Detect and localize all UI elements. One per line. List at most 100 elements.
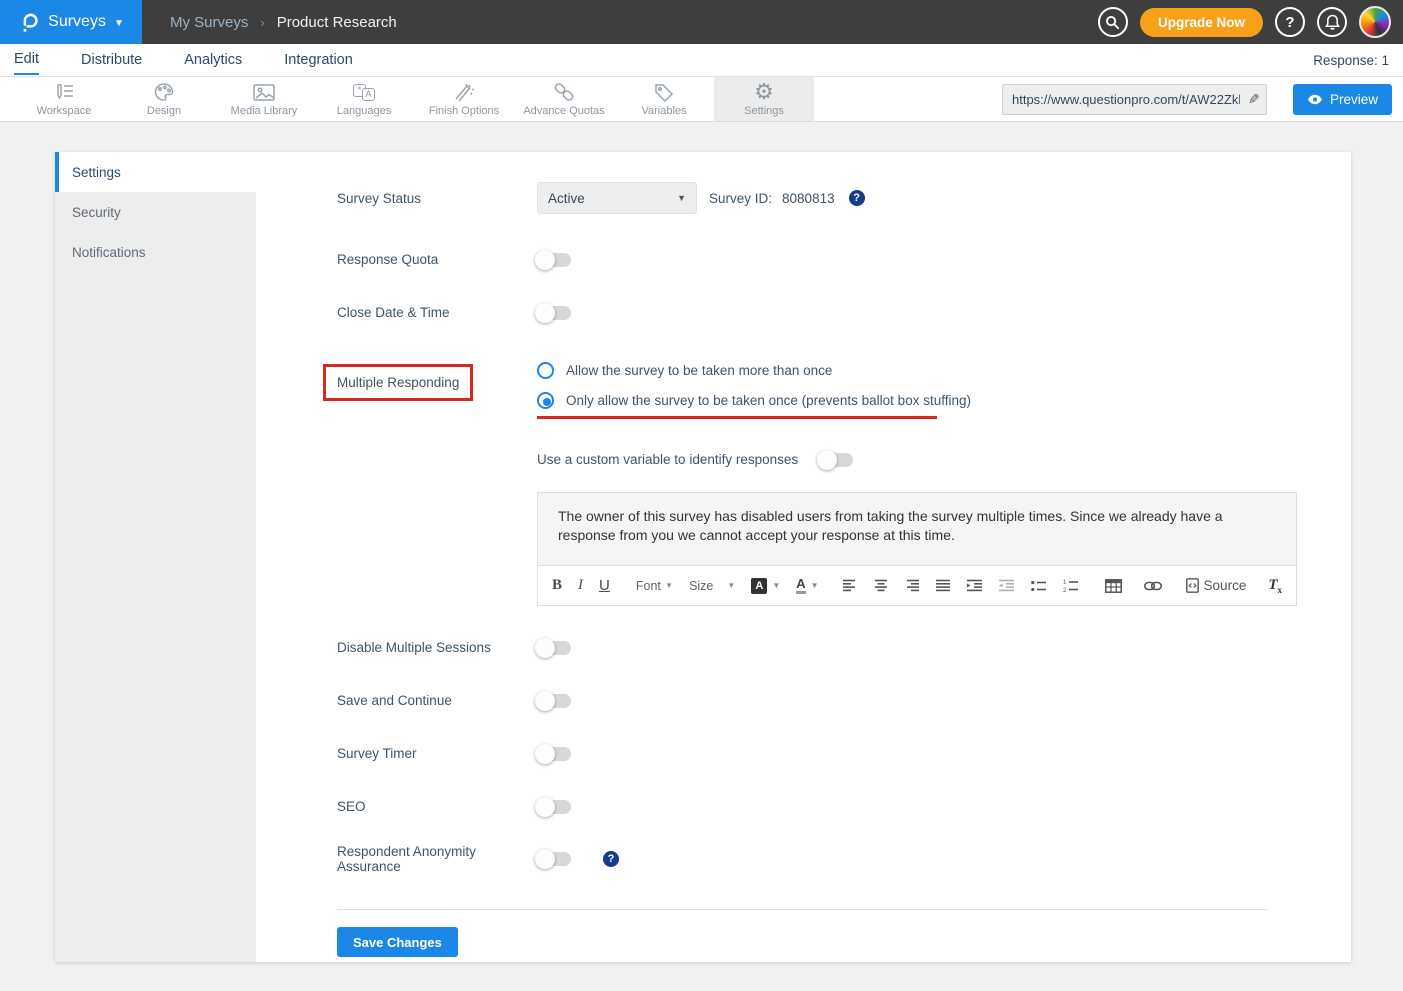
breadcrumb-my-surveys[interactable]: My Surveys <box>170 14 248 31</box>
tab-integration[interactable]: Integration <box>284 47 353 74</box>
close-date-toggle[interactable] <box>537 306 571 320</box>
disabled-message-textarea[interactable]: The owner of this survey has disabled us… <box>538 493 1296 565</box>
insert-link-button[interactable] <box>1144 581 1162 591</box>
user-avatar[interactable] <box>1359 6 1391 38</box>
respondent-anonymity-row: Respondent Anonymity Assurance ? <box>337 844 1298 874</box>
radio-option-more-than-once[interactable]: Allow the survey to be taken more than o… <box>537 362 971 379</box>
survey-url-input[interactable] <box>1002 84 1267 115</box>
size-dropdown[interactable]: Size▼ <box>689 579 735 593</box>
svg-text:1: 1 <box>1063 580 1067 586</box>
radio-selected-icon[interactable] <box>537 392 554 409</box>
custom-variable-row: Use a custom variable to identify respon… <box>337 452 1298 467</box>
survey-status-select[interactable]: Active ▼ <box>537 182 697 214</box>
help-icon[interactable]: ? <box>1275 7 1305 37</box>
notifications-bell-icon[interactable] <box>1317 7 1347 37</box>
toolbar-item-finish-options[interactable]: Finish Options <box>414 77 514 121</box>
bg-color-button[interactable]: A▼ <box>751 578 780 594</box>
remove-format-button[interactable]: Tx <box>1268 577 1282 595</box>
radio-option-once-only-wrap: Only allow the survey to be taken once (… <box>537 392 971 419</box>
tab-analytics[interactable]: Analytics <box>184 47 242 74</box>
response-quota-toggle[interactable] <box>537 253 571 267</box>
respondent-anonymity-help-icon[interactable]: ? <box>603 851 619 867</box>
breadcrumb: My Surveys › Product Research <box>170 14 397 31</box>
seo-toggle[interactable] <box>537 800 571 814</box>
upgrade-now-button[interactable]: Upgrade Now <box>1140 8 1263 37</box>
app-logo-menu[interactable]: Surveys ▼ <box>0 0 142 44</box>
chevron-down-icon: ▼ <box>772 581 780 590</box>
radio-option-label: Allow the survey to be taken more than o… <box>566 363 832 378</box>
align-justify-button[interactable] <box>936 579 951 592</box>
variables-tag-icon <box>653 81 675 103</box>
numbered-list-button[interactable]: 12 <box>1063 579 1079 592</box>
edit-url-pencil-icon[interactable]: ✎ <box>1248 91 1260 108</box>
response-quota-row: Response Quota <box>337 252 1298 267</box>
custom-variable-toggle[interactable] <box>819 453 853 467</box>
italic-button[interactable]: I <box>578 577 583 594</box>
preview-button[interactable]: Preview <box>1293 84 1392 115</box>
breadcrumb-current-survey: Product Research <box>277 14 397 31</box>
header-actions: Upgrade Now ? <box>1098 6 1403 38</box>
languages-glyph-front: A <box>362 88 375 101</box>
toolbar-item-design[interactable]: Design <box>114 77 214 121</box>
font-dropdown[interactable]: Font▼ <box>636 579 673 593</box>
save-and-continue-toggle[interactable] <box>537 694 571 708</box>
svg-text:2: 2 <box>1063 588 1067 592</box>
message-editor: The owner of this survey has disabled us… <box>537 492 1297 606</box>
bold-button[interactable]: B <box>552 577 562 594</box>
sidebar-item-security[interactable]: Security <box>55 192 256 232</box>
breadcrumb-separator: › <box>260 15 264 30</box>
toggle-label: Save and Continue <box>337 693 537 708</box>
response-count: Response: 1 <box>1313 53 1389 68</box>
align-left-button[interactable] <box>843 579 858 592</box>
outdent-button[interactable] <box>999 579 1015 592</box>
respondent-anonymity-toggle[interactable] <box>537 852 571 866</box>
close-date-row: Close Date & Time <box>337 305 1298 320</box>
response-quota-label: Response Quota <box>337 252 537 267</box>
toolbar-item-label: Variables <box>641 105 686 117</box>
text-color-button[interactable]: A▼ <box>796 577 818 594</box>
save-and-continue-row: Save and Continue <box>337 693 1298 708</box>
tab-distribute[interactable]: Distribute <box>81 47 142 74</box>
toolbar-item-label: Media Library <box>231 105 298 117</box>
toolbar-item-media-library[interactable]: Media Library <box>214 77 314 121</box>
disabled-message-row: The owner of this survey has disabled us… <box>337 492 1298 606</box>
languages-icon: *A <box>353 81 375 103</box>
bulleted-list-button[interactable] <box>1031 580 1047 592</box>
multiple-responding-options: Allow the survey to be taken more than o… <box>537 362 971 419</box>
toggle-label: Respondent Anonymity Assurance <box>337 844 537 874</box>
survey-url-wrap: ✎ <box>1002 84 1267 115</box>
underline-button[interactable]: U <box>599 577 610 594</box>
toolbar-item-languages[interactable]: *A Languages <box>314 77 414 121</box>
workspace-icon <box>52 81 76 103</box>
toolbar-item-advance-quotas[interactable]: Advance Quotas <box>514 77 614 121</box>
toolbar-item-settings[interactable]: ⚙ Settings <box>714 77 814 121</box>
disable-multiple-sessions-row: Disable Multiple Sessions <box>337 640 1298 655</box>
sidebar-item-settings[interactable]: Settings <box>55 152 256 192</box>
align-right-button[interactable] <box>905 579 920 592</box>
radio-unselected-icon[interactable] <box>537 362 554 379</box>
advance-quotas-chain-icon <box>552 81 576 103</box>
indent-button[interactable] <box>967 579 983 592</box>
survey-timer-toggle[interactable] <box>537 747 571 761</box>
align-center-button[interactable] <box>874 579 889 592</box>
toolbar-item-workspace[interactable]: Workspace <box>14 77 114 121</box>
eye-icon <box>1307 94 1323 105</box>
survey-id-help-icon[interactable]: ? <box>849 190 865 206</box>
disable-multiple-sessions-toggle[interactable] <box>537 641 571 655</box>
sidebar-item-notifications[interactable]: Notifications <box>55 232 256 272</box>
tab-edit[interactable]: Edit <box>14 46 39 75</box>
finish-options-wand-icon <box>453 81 475 103</box>
save-changes-button[interactable]: Save Changes <box>337 927 458 957</box>
toolbar-item-label: Finish Options <box>429 105 499 117</box>
radio-option-once-only[interactable]: Only allow the survey to be taken once (… <box>537 392 971 409</box>
insert-table-button[interactable] <box>1105 579 1122 593</box>
toolbar-item-variables[interactable]: Variables <box>614 77 714 121</box>
bg-color-icon: A <box>751 578 767 594</box>
preview-label: Preview <box>1330 92 1378 107</box>
survey-status-row: Survey Status Active ▼ Survey ID: 808081… <box>337 182 1298 214</box>
toolbar-item-label: Settings <box>744 105 784 117</box>
custom-variable-label: Use a custom variable to identify respon… <box>537 452 798 467</box>
toolbar-item-label: Languages <box>337 105 391 117</box>
source-button[interactable]: Source <box>1186 578 1247 593</box>
search-icon[interactable] <box>1098 7 1128 37</box>
